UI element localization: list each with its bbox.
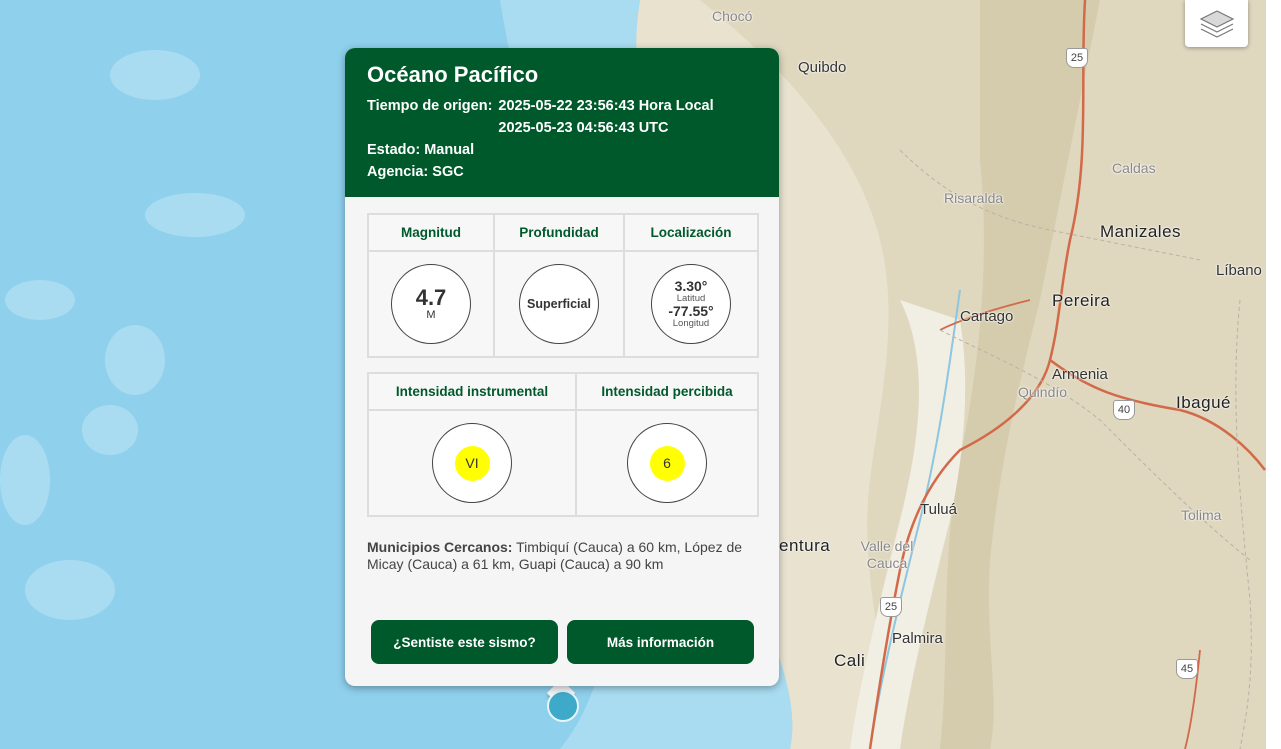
perceived-intensity-value: 6 xyxy=(649,445,685,481)
layers-icon xyxy=(1199,9,1234,38)
longitude-value: -77.55° xyxy=(668,303,714,319)
place-label-quibdo: Quibdo xyxy=(798,59,847,76)
place-label-cartago: Cartago xyxy=(960,308,1014,325)
origin-time-label: Tiempo de origen: xyxy=(367,98,493,114)
longitude-label: Longitud xyxy=(672,318,710,329)
perceived-intensity-circle: 6 xyxy=(627,423,707,503)
location-header: Localización xyxy=(624,214,758,251)
location-cell: 3.30° Latitud -77.55° Longitud xyxy=(624,251,758,357)
road-shield: 45 xyxy=(1176,659,1198,679)
place-label-armenia: Armenia xyxy=(1052,366,1108,383)
felt-earthquake-button[interactable]: ¿Sentiste este sismo? xyxy=(371,620,558,664)
magnitude-unit: M xyxy=(426,309,436,321)
place-label-cali: Cali xyxy=(834,651,866,670)
depth-cell: Superficial xyxy=(494,251,624,357)
earthquake-popup: Océano Pacífico Tiempo de origen: 2025-0… xyxy=(345,48,779,686)
place-label-palmira: Palmira xyxy=(892,630,943,647)
perceived-intensity-cell: 6 xyxy=(576,410,758,516)
status-row: Estado: Manual xyxy=(367,139,757,161)
location-circle: 3.30° Latitud -77.55° Longitud xyxy=(651,264,731,344)
place-label-risaralda: Risaralda xyxy=(944,190,1004,206)
magnitude-circle: 4.7 M xyxy=(391,264,471,344)
agency-label: Agencia: xyxy=(367,164,429,180)
depth-circle: Superficial xyxy=(519,264,599,344)
nearby-label: Municipios Cercanos: xyxy=(367,539,513,555)
place-label-tulua: Tuluá xyxy=(920,501,957,518)
origin-times: 2025-05-22 23:56:43 Hora Local 2025-05-2… xyxy=(498,95,713,139)
place-label-manizales: Manizales xyxy=(1100,222,1182,241)
latitude-value: 3.30° xyxy=(674,278,708,294)
depth-value: Superficial xyxy=(527,297,591,311)
road-shield: 40 xyxy=(1113,400,1135,420)
instrumental-intensity-cell: VI xyxy=(368,410,576,516)
intensity-table: Intensidad instrumental Intensidad perci… xyxy=(367,372,759,517)
place-label-pereira: Pereira xyxy=(1052,291,1111,310)
place-label-tolima: Tolima xyxy=(1181,507,1222,523)
popup-header: Océano Pacífico Tiempo de origen: 2025-0… xyxy=(345,48,779,197)
more-info-button[interactable]: Más información xyxy=(567,620,754,664)
magnitude-cell: 4.7 M xyxy=(368,251,494,357)
utc-time: 2025-05-23 04:56:43 UTC xyxy=(498,120,669,136)
earthquake-marker[interactable] xyxy=(547,690,579,722)
agency-value: SGC xyxy=(432,164,464,180)
magnitude-header: Magnitud xyxy=(368,214,494,251)
status-label: Estado: xyxy=(367,142,421,158)
place-label-choco: Chocó xyxy=(712,8,753,24)
status-value: Manual xyxy=(424,142,475,158)
place-label-caldas: Caldas xyxy=(1112,160,1156,176)
place-label-buenaventura: entura xyxy=(779,536,831,555)
instrumental-intensity-header: Intensidad instrumental xyxy=(368,373,576,410)
popup-title: Océano Pacífico xyxy=(367,62,539,87)
place-label-quindio: Quindío xyxy=(1018,384,1068,400)
local-time: 2025-05-22 23:56:43 Hora Local xyxy=(498,98,714,114)
instrumental-intensity-circle: VI xyxy=(432,423,512,503)
layers-button[interactable] xyxy=(1185,0,1248,47)
magnitude-value: 4.7 xyxy=(415,285,447,310)
road-shield: 25 xyxy=(1066,48,1088,68)
place-label-valle-del-cauca: Valle del Cauca xyxy=(860,538,914,571)
depth-header: Profundidad xyxy=(494,214,624,251)
place-label-libano: Líbano xyxy=(1216,262,1262,279)
metrics-table: Magnitud Profundidad Localización 4.7 M … xyxy=(367,213,759,358)
road-shield: 25 xyxy=(880,597,902,617)
agency-row: Agencia: SGC xyxy=(367,161,757,183)
perceived-intensity-header: Intensidad percibida xyxy=(576,373,758,410)
nearby-municipalities: Municipios Cercanos: Timbiquí (Cauca) a … xyxy=(367,539,757,573)
instrumental-intensity-value: VI xyxy=(454,445,490,481)
place-label-ibague: Ibagué xyxy=(1176,393,1231,412)
origin-time-row: Tiempo de origen: 2025-05-22 23:56:43 Ho… xyxy=(367,95,757,139)
